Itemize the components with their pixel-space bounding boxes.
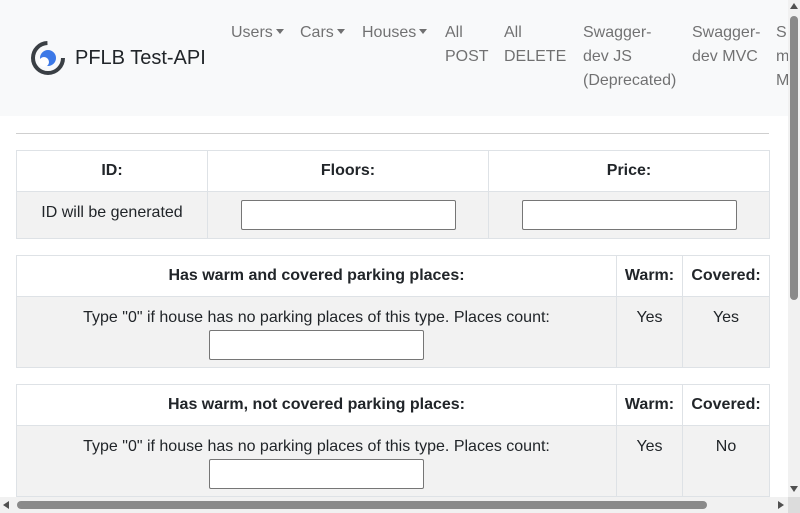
nav-swagger-js-line2: dev JS	[583, 48, 632, 65]
covered-header: Covered:	[682, 255, 770, 297]
nav-users-dropdown[interactable]: Users	[231, 21, 284, 45]
nav-houses-dropdown[interactable]: Houses	[362, 21, 428, 45]
scroll-right-arrow-icon[interactable]	[778, 501, 784, 509]
nav-swagger-js-line1: Swagger-	[583, 24, 652, 41]
nav-all-delete-link[interactable]: All DELETE	[504, 21, 566, 69]
brand[interactable]: PFLB Test-API	[31, 41, 206, 75]
caret-down-icon	[419, 29, 428, 34]
divider	[16, 133, 769, 134]
warm-header: Warm:	[616, 255, 683, 297]
parking-warm-not-covered-count-input[interactable]	[209, 459, 424, 489]
parking-warm-not-covered-header: Has warm, not covered parking places:	[16, 384, 617, 426]
navbar: PFLB Test-API Users Cars Houses All POST…	[0, 0, 789, 116]
nav-swagger-js-line3: (Deprecated)	[583, 72, 677, 89]
nav-all-post-link[interactable]: All POST	[445, 21, 489, 69]
horizontal-scroll-thumb[interactable]	[17, 501, 707, 509]
vertical-scroll-thumb[interactable]	[790, 16, 798, 300]
nav-all-delete-line2: DELETE	[504, 48, 567, 65]
nav-all-delete-line1: All	[504, 24, 522, 41]
vertical-scrollbar[interactable]	[788, 0, 800, 513]
warm-value: Yes	[636, 438, 663, 455]
pflb-logo-icon	[31, 41, 65, 75]
scrollbar-corner	[788, 497, 800, 513]
parking-count-hint: Type "0" if house has no parking places …	[83, 438, 550, 455]
id-value: ID will be generated	[41, 204, 183, 221]
warm-header: Warm:	[616, 384, 683, 426]
parking-warm-covered-table: Has warm and covered parking places: War…	[16, 255, 770, 368]
scroll-up-arrow-icon[interactable]	[790, 3, 798, 9]
covered-value: No	[715, 438, 737, 455]
parking-warm-covered-header: Has warm and covered parking places:	[16, 255, 617, 297]
covered-cell: No	[682, 425, 770, 497]
nav-all-post-line2: POST	[445, 48, 489, 65]
brand-title: PFLB Test-API	[75, 46, 206, 69]
horizontal-scrollbar[interactable]	[0, 497, 788, 513]
parking-warm-not-covered-table: Has warm, not covered parking places: Wa…	[16, 384, 770, 497]
warm-cell: Yes	[616, 425, 683, 497]
house-basic-table: ID: Floors: Price: ID will be generated	[16, 150, 770, 239]
nav-swagger-mvc-line1: Swagger-	[692, 24, 761, 41]
nav-cars-label: Cars	[300, 24, 334, 41]
scroll-left-arrow-icon[interactable]	[3, 501, 9, 509]
nav-users-label: Users	[231, 24, 273, 41]
nav-cars-dropdown[interactable]: Cars	[300, 21, 345, 45]
warm-value: Yes	[636, 309, 663, 326]
price-header: Price:	[488, 150, 770, 192]
parking-count-cell: Type "0" if house has no parking places …	[16, 425, 617, 497]
price-cell	[488, 191, 770, 239]
parking-warm-covered-count-input[interactable]	[209, 330, 424, 360]
caret-down-icon	[275, 29, 284, 34]
floors-header: Floors:	[207, 150, 489, 192]
nav-swagger-js-link[interactable]: Swagger- dev JS (Deprecated)	[583, 21, 676, 93]
id-cell: ID will be generated	[16, 191, 208, 239]
nav-swagger-mvc-line2: dev MVC	[692, 48, 758, 65]
covered-value: Yes	[712, 309, 740, 326]
caret-down-icon	[336, 29, 345, 34]
floors-cell	[207, 191, 489, 239]
nav-houses-label: Houses	[362, 24, 417, 41]
price-input[interactable]	[521, 200, 737, 230]
nav-swagger-mvc-link[interactable]: Swagger- dev MVC	[692, 21, 760, 69]
covered-cell: Yes	[682, 296, 770, 368]
floors-input[interactable]	[240, 200, 456, 230]
covered-header: Covered:	[682, 384, 770, 426]
parking-count-cell: Type "0" if house has no parking places …	[16, 296, 617, 368]
parking-count-hint: Type "0" if house has no parking places …	[83, 309, 550, 326]
warm-cell: Yes	[616, 296, 683, 368]
scroll-down-arrow-icon[interactable]	[790, 486, 798, 492]
id-header: ID:	[16, 150, 208, 192]
nav-all-post-line1: All	[445, 24, 463, 41]
